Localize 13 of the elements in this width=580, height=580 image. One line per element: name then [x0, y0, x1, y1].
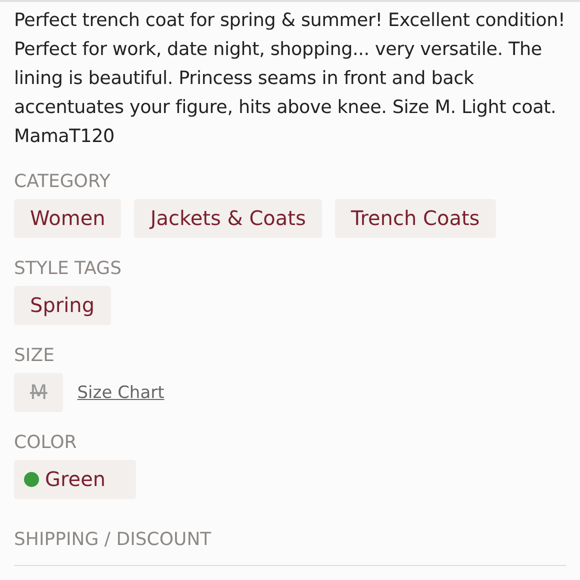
section-heading: COLOR	[14, 432, 78, 454]
section-heading: STYLE TAGS	[14, 258, 123, 280]
category-chip[interactable]: Trench Coats	[334, 199, 496, 238]
section-heading: SHIPPING / DISCOUNT	[14, 529, 212, 551]
section-heading: CATEGORY	[14, 171, 112, 193]
color-name: Green	[45, 467, 106, 492]
style-tag-chip[interactable]: Spring	[14, 286, 111, 325]
category-chip[interactable]: Jackets & Coats	[134, 199, 322, 238]
color-chip[interactable]: Green	[14, 460, 136, 499]
item-description: Perfect trench coat for spring & summer! Excellent condition! Perfect for work, date night, shopping... very versatile. The lining is beautiful. Princess seams in front and back accentuates your figure, hits above knee. Size M. Light coat. MamaT120	[14, 9, 566, 149]
size-chart-link[interactable]: Size Chart	[77, 382, 164, 402]
category-chip[interactable]: Women	[14, 199, 122, 238]
section-heading: SIZE	[14, 345, 56, 367]
